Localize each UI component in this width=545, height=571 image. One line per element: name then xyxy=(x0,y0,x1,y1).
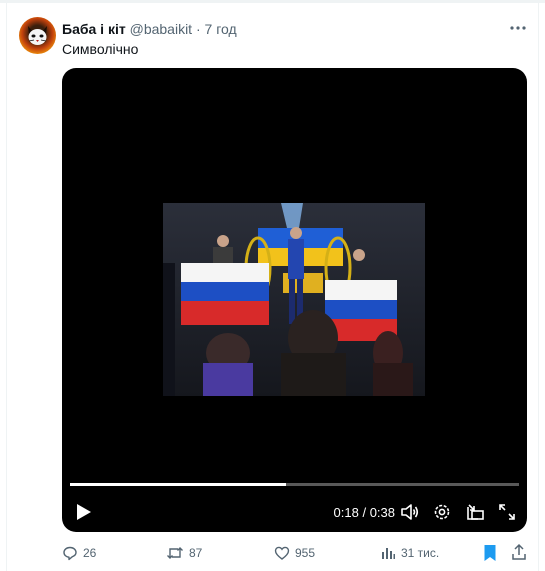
video-duration: 0:38 xyxy=(369,505,395,520)
tweet-text: Символічно xyxy=(62,41,139,57)
video-progress-bar[interactable] xyxy=(70,483,519,486)
video-thumbnail xyxy=(163,203,425,396)
like-count: 955 xyxy=(295,546,316,560)
like-button[interactable]: 955 xyxy=(274,543,315,563)
author-handle[interactable]: @babaikit xyxy=(130,21,192,37)
avatar[interactable] xyxy=(19,17,56,54)
views-icon xyxy=(382,548,395,559)
tweet-header: Баба і кіт @babaikit · 7 год xyxy=(62,20,237,38)
repost-button[interactable]: 87 xyxy=(166,543,202,563)
fullscreen-icon[interactable] xyxy=(497,502,517,522)
repost-count: 87 xyxy=(189,546,203,560)
top-divider xyxy=(0,0,545,3)
reply-button[interactable]: 26 xyxy=(62,543,96,563)
video-current-time: 0:18 xyxy=(333,505,359,520)
repost-icon xyxy=(167,547,183,559)
share-icon[interactable] xyxy=(510,543,528,566)
video-player[interactable]: 0:18 / 0:38 xyxy=(62,68,527,532)
views-count: 31 тис. xyxy=(401,546,440,560)
like-icon xyxy=(274,546,290,560)
reply-icon xyxy=(63,546,77,561)
more-icon[interactable] xyxy=(507,17,529,39)
picture-in-picture-icon[interactable] xyxy=(465,502,485,522)
settings-icon[interactable] xyxy=(432,502,452,522)
reply-count: 26 xyxy=(83,546,97,560)
video-time: 0:18 / 0:38 xyxy=(320,505,395,520)
author-name[interactable]: Баба і кіт xyxy=(62,21,126,37)
views-button[interactable]: 31 тис. xyxy=(380,543,439,563)
separator-dot: · xyxy=(195,21,201,37)
bookmark-icon[interactable] xyxy=(482,544,498,567)
volume-icon[interactable] xyxy=(400,502,420,522)
tweet-time[interactable]: 7 год xyxy=(205,21,237,37)
video-time-separator: / xyxy=(358,505,370,520)
cat-face-icon xyxy=(28,26,47,45)
play-icon[interactable] xyxy=(73,502,93,522)
left-border xyxy=(6,0,7,571)
video-frame[interactable] xyxy=(163,203,425,396)
video-progress-fill xyxy=(70,483,286,486)
right-border xyxy=(538,0,539,571)
